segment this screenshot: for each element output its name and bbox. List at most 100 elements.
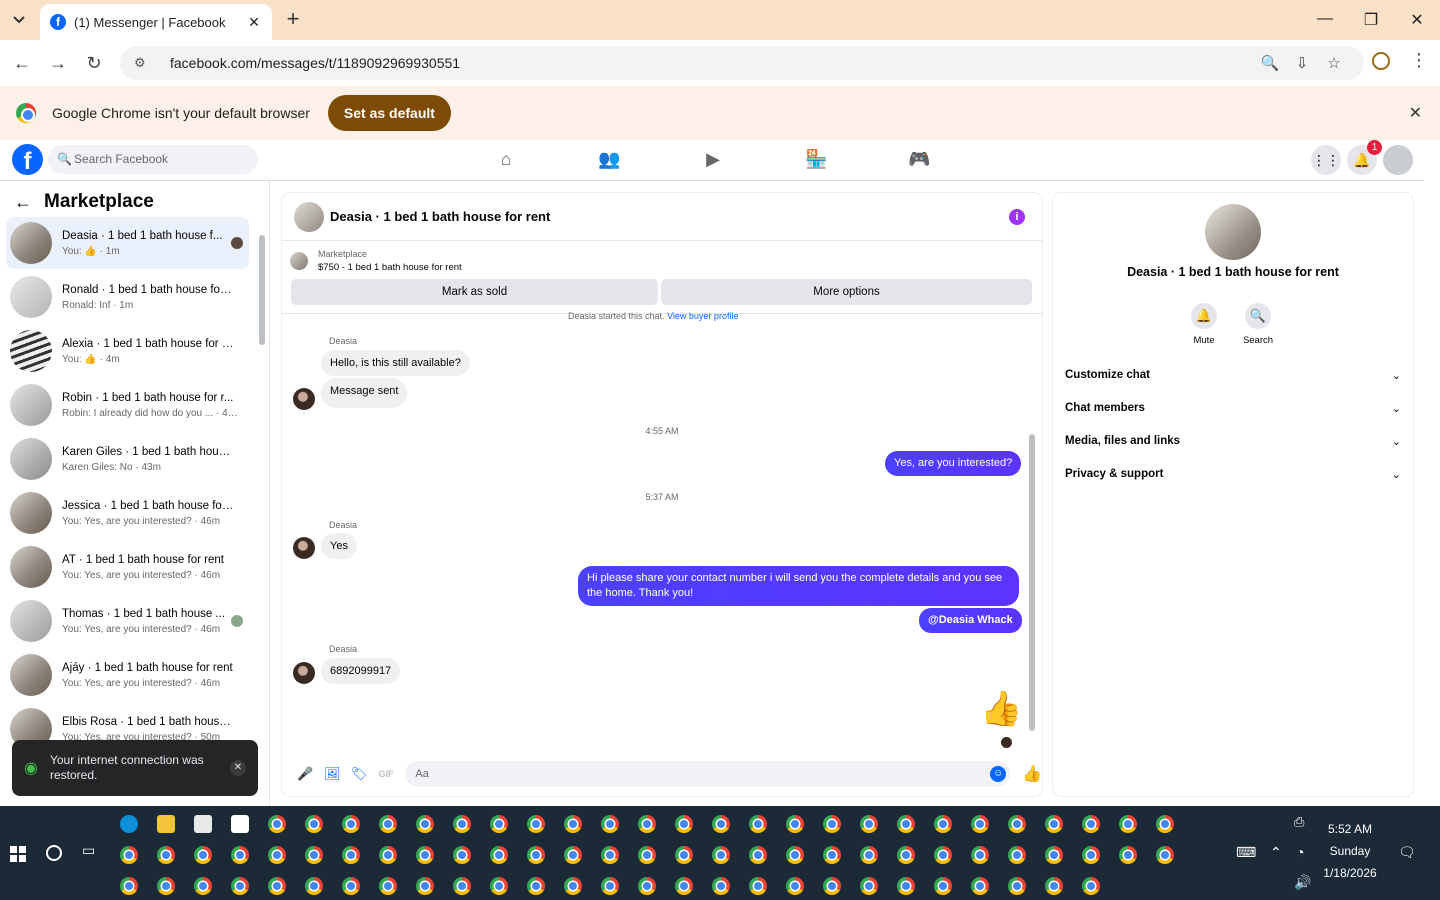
chevron-up-icon[interactable]: ⌃: [1270, 844, 1282, 861]
details-avatar[interactable]: [1205, 204, 1261, 260]
minimize-icon[interactable]: —: [1315, 10, 1335, 28]
chrome-taskbar-icon[interactable]: [1119, 815, 1137, 833]
tab-search-button[interactable]: [6, 8, 32, 32]
forward-icon[interactable]: →: [47, 52, 69, 74]
friends-icon[interactable]: 👥: [598, 148, 620, 170]
chrome-taskbar-icon[interactable]: [601, 815, 619, 833]
scrollbar-thumb[interactable]: [259, 235, 265, 345]
close-tab-icon[interactable]: ✕: [246, 14, 262, 31]
chrome-taskbar-icon[interactable]: [379, 877, 397, 895]
outgoing-mention[interactable]: @Deasia Whack: [919, 608, 1022, 633]
bookmark-star-icon[interactable]: ☆: [1318, 54, 1350, 72]
chrome-taskbar-icon[interactable]: [601, 846, 619, 864]
chat-list-item[interactable]: Jessica · 1 bed 1 bath house for ... You:…: [6, 487, 249, 539]
network-icon[interactable]: ◔: [1296, 844, 1304, 860]
close-window-icon[interactable]: ✕: [1407, 10, 1427, 30]
chrome-taskbar-icon[interactable]: [564, 877, 582, 895]
chrome-taskbar-icon[interactable]: [971, 846, 989, 864]
conversation-avatar[interactable]: [294, 201, 324, 232]
info-icon[interactable]: i: [1009, 209, 1025, 225]
chat-list-item[interactable]: Robin · 1 bed 1 bath house for r... Robin…: [6, 379, 249, 431]
chrome-taskbar-icon[interactable]: [305, 877, 323, 895]
chrome-taskbar-icon[interactable]: [712, 815, 730, 833]
privacy-support-row[interactable]: Privacy & support ⌄: [1065, 464, 1401, 484]
mute-button[interactable]: 🔔 Mute: [1179, 303, 1229, 346]
sticker-icon[interactable]: 🏷: [346, 766, 373, 782]
sender-avatar[interactable]: [293, 537, 315, 559]
conversation-scrollbar[interactable]: [1028, 319, 1036, 749]
chrome-taskbar-icon[interactable]: [305, 815, 323, 833]
emoji-icon[interactable]: ☺: [990, 766, 1007, 782]
chrome-menu-icon[interactable]: ⋮: [1410, 50, 1428, 71]
chrome-taskbar-icon[interactable]: [342, 815, 360, 833]
scrollbar-thumb[interactable]: [1428, 156, 1436, 800]
chrome-taskbar-icon[interactable]: [527, 877, 545, 895]
install-app-icon[interactable]: ⇩: [1286, 54, 1318, 72]
home-icon[interactable]: ⌂: [495, 148, 517, 170]
chrome-taskbar-icon[interactable]: [971, 877, 989, 895]
chrome-taskbar-icon[interactable]: [1045, 846, 1063, 864]
gif-icon[interactable]: GIF: [373, 769, 400, 779]
incoming-message[interactable]: Hello, is this still available?: [321, 350, 470, 376]
chrome-taskbar-icon[interactable]: [268, 877, 286, 895]
chat-members-row[interactable]: Chat members ⌄: [1065, 398, 1401, 418]
chrome-taskbar-icon[interactable]: [1082, 815, 1100, 833]
gaming-icon[interactable]: 🎮: [908, 148, 930, 170]
chrome-taskbar-icon[interactable]: [823, 846, 841, 864]
toast-close-icon[interactable]: ✕: [230, 760, 246, 776]
chrome-taskbar-icon[interactable]: [231, 877, 249, 895]
scrollbar-thumb[interactable]: [1029, 434, 1035, 731]
chrome-taskbar-icon[interactable]: [564, 846, 582, 864]
chrome-taskbar-icon[interactable]: [342, 846, 360, 864]
action-center-icon[interactable]: 🗨: [1398, 844, 1416, 861]
chat-list-item[interactable]: AT · 1 bed 1 bath house for rent You: Yes…: [6, 541, 249, 593]
chrome-taskbar-icon[interactable]: [490, 877, 508, 895]
taskbar-clock[interactable]: 5:52 AM Sunday 1/18/2026: [1320, 818, 1380, 884]
chrome-taskbar-icon[interactable]: [823, 815, 841, 833]
back-arrow-icon[interactable]: ←: [14, 192, 32, 213]
sender-avatar[interactable]: [293, 388, 315, 410]
task-view-icon[interactable]: ▭: [82, 842, 95, 859]
chrome-taskbar-icon[interactable]: [675, 846, 693, 864]
mark-as-sold-button[interactable]: Mark as sold: [291, 279, 658, 305]
chrome-taskbar-icon[interactable]: [1008, 815, 1026, 833]
more-options-button[interactable]: More options: [661, 279, 1032, 305]
volume-icon[interactable]: 🔊: [1294, 874, 1311, 891]
chrome-taskbar-icon[interactable]: [305, 846, 323, 864]
windows-start-icon[interactable]: [10, 846, 26, 862]
zoom-icon[interactable]: 🔍: [1254, 54, 1286, 72]
chrome-taskbar-icon[interactable]: [453, 815, 471, 833]
chrome-taskbar-icon[interactable]: [379, 815, 397, 833]
chrome-taskbar-icon[interactable]: [601, 877, 619, 895]
chrome-taskbar-icon[interactable]: [1045, 877, 1063, 895]
edge-icon[interactable]: [120, 815, 138, 833]
chrome-taskbar-icon[interactable]: [786, 846, 804, 864]
search-circle-icon[interactable]: [46, 845, 62, 861]
chrome-taskbar-icon[interactable]: [453, 877, 471, 895]
chrome-taskbar-icon[interactable]: [1119, 846, 1137, 864]
menu-grid-icon[interactable]: ⋮⋮: [1311, 145, 1341, 175]
chrome-taskbar-icon[interactable]: [712, 846, 730, 864]
microphone-icon[interactable]: 🎤: [292, 766, 319, 782]
incoming-message[interactable]: Yes: [321, 533, 357, 559]
reload-icon[interactable]: ↻: [83, 52, 105, 74]
set-as-default-button[interactable]: Set as default: [327, 95, 451, 131]
listing-summary[interactable]: Marketplace $750 - 1 bed 1 bath house fo…: [290, 249, 462, 273]
file-explorer-icon[interactable]: [157, 815, 175, 833]
chat-list-item[interactable]: Karen Giles · 1 bed 1 bath house... Karen…: [6, 433, 249, 485]
chrome-taskbar-icon[interactable]: [231, 846, 249, 864]
chrome-taskbar-icon[interactable]: [120, 846, 138, 864]
chrome-taskbar-icon[interactable]: [897, 846, 915, 864]
chrome-taskbar-icon[interactable]: [1082, 846, 1100, 864]
profile-icon[interactable]: [1372, 52, 1390, 70]
site-info-icon[interactable]: ⚙: [134, 55, 152, 71]
chrome-taskbar-icon[interactable]: [860, 815, 878, 833]
chrome-taskbar-icon[interactable]: [897, 877, 915, 895]
chrome-taskbar-icon[interactable]: [268, 846, 286, 864]
page-scrollbar[interactable]: [1424, 140, 1440, 806]
chrome-taskbar-icon[interactable]: [786, 815, 804, 833]
back-icon[interactable]: ←: [11, 52, 33, 74]
mail-icon[interactable]: [231, 815, 249, 833]
chrome-taskbar-icon[interactable]: [675, 877, 693, 895]
chrome-taskbar-icon[interactable]: [934, 877, 952, 895]
